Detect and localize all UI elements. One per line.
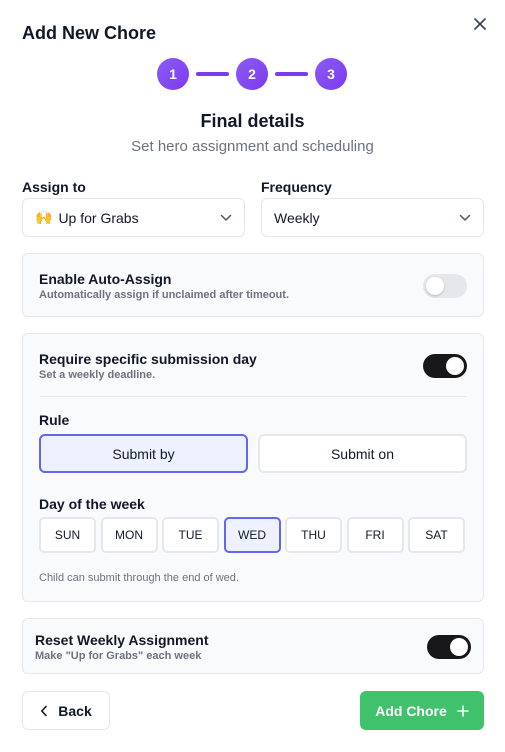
back-label: Back xyxy=(58,702,92,719)
reset-desc: Make "Up for Grabs" each week xyxy=(35,650,202,662)
reset-card: Reset Weekly Assignment Make "Up for Gra… xyxy=(22,618,484,674)
modal-title: Add New Chore xyxy=(22,23,157,43)
step-2: 2 xyxy=(236,58,268,90)
add-chore-label: Add Chore xyxy=(375,702,447,719)
raised-hands-emoji: 🙌 xyxy=(35,209,53,225)
frequency-label: Frequency xyxy=(261,179,332,195)
reset-title: Reset Weekly Assignment xyxy=(35,632,209,648)
assign-to-value: Up for Grabs xyxy=(58,209,139,226)
day-tue-button[interactable]: TUE xyxy=(162,517,219,553)
stepper: 1 2 3 xyxy=(157,58,347,90)
day-selector: SUN MON TUE WED THU FRI SAT xyxy=(39,517,465,553)
submission-desc: Set a weekly deadline. xyxy=(39,369,156,381)
assign-to-select[interactable]: 🙌 Up for Grabs xyxy=(22,198,245,237)
auto-assign-title: Enable Auto-Assign xyxy=(39,271,172,287)
auto-assign-desc: Automatically assign if unclaimed after … xyxy=(39,289,289,301)
rule-submit-on-button[interactable]: Submit on xyxy=(258,434,467,473)
add-chore-button[interactable]: Add Chore xyxy=(360,691,484,730)
day-fri-button[interactable]: FRI xyxy=(346,517,404,553)
close-button[interactable] xyxy=(469,13,491,35)
close-icon xyxy=(474,18,486,30)
step-title: Final details xyxy=(200,111,305,131)
day-sun-button[interactable]: SUN xyxy=(39,517,96,553)
step-subtitle: Set hero assignment and scheduling xyxy=(131,138,374,155)
toggle-knob xyxy=(450,638,468,656)
frequency-select[interactable]: Weekly xyxy=(261,198,484,237)
step-1: 1 xyxy=(157,58,189,90)
day-of-week-label: Day of the week xyxy=(39,496,145,512)
day-thu-button[interactable]: THU xyxy=(285,517,342,553)
divider xyxy=(40,396,466,397)
step-3: 3 xyxy=(315,58,347,90)
auto-assign-toggle[interactable] xyxy=(423,274,467,298)
plus-icon xyxy=(457,704,469,717)
step-connector xyxy=(275,72,308,76)
day-sat-button[interactable]: SAT xyxy=(408,517,465,553)
rule-label: Rule xyxy=(39,412,70,428)
toggle-knob xyxy=(426,277,444,295)
rule-submit-by-button[interactable]: Submit by xyxy=(39,434,248,473)
chevron-down-icon xyxy=(459,214,471,222)
chevron-down-icon xyxy=(220,214,232,222)
submission-hint: Child can submit through the end of wed. xyxy=(39,572,239,584)
day-wed-button[interactable]: WED xyxy=(223,517,281,553)
submission-toggle[interactable] xyxy=(423,354,467,378)
back-button[interactable]: Back xyxy=(22,691,110,730)
day-mon-button[interactable]: MON xyxy=(100,517,158,553)
frequency-value: Weekly xyxy=(274,209,320,226)
submission-title: Require specific submission day xyxy=(39,351,257,367)
step-connector xyxy=(196,72,229,76)
chevron-left-icon xyxy=(40,705,48,717)
reset-toggle[interactable] xyxy=(427,635,471,659)
toggle-knob xyxy=(446,357,464,375)
submission-card: Require specific submission day Set a we… xyxy=(22,333,484,602)
auto-assign-card: Enable Auto-Assign Automatically assign … xyxy=(22,253,484,317)
assign-to-label: Assign to xyxy=(22,179,86,195)
